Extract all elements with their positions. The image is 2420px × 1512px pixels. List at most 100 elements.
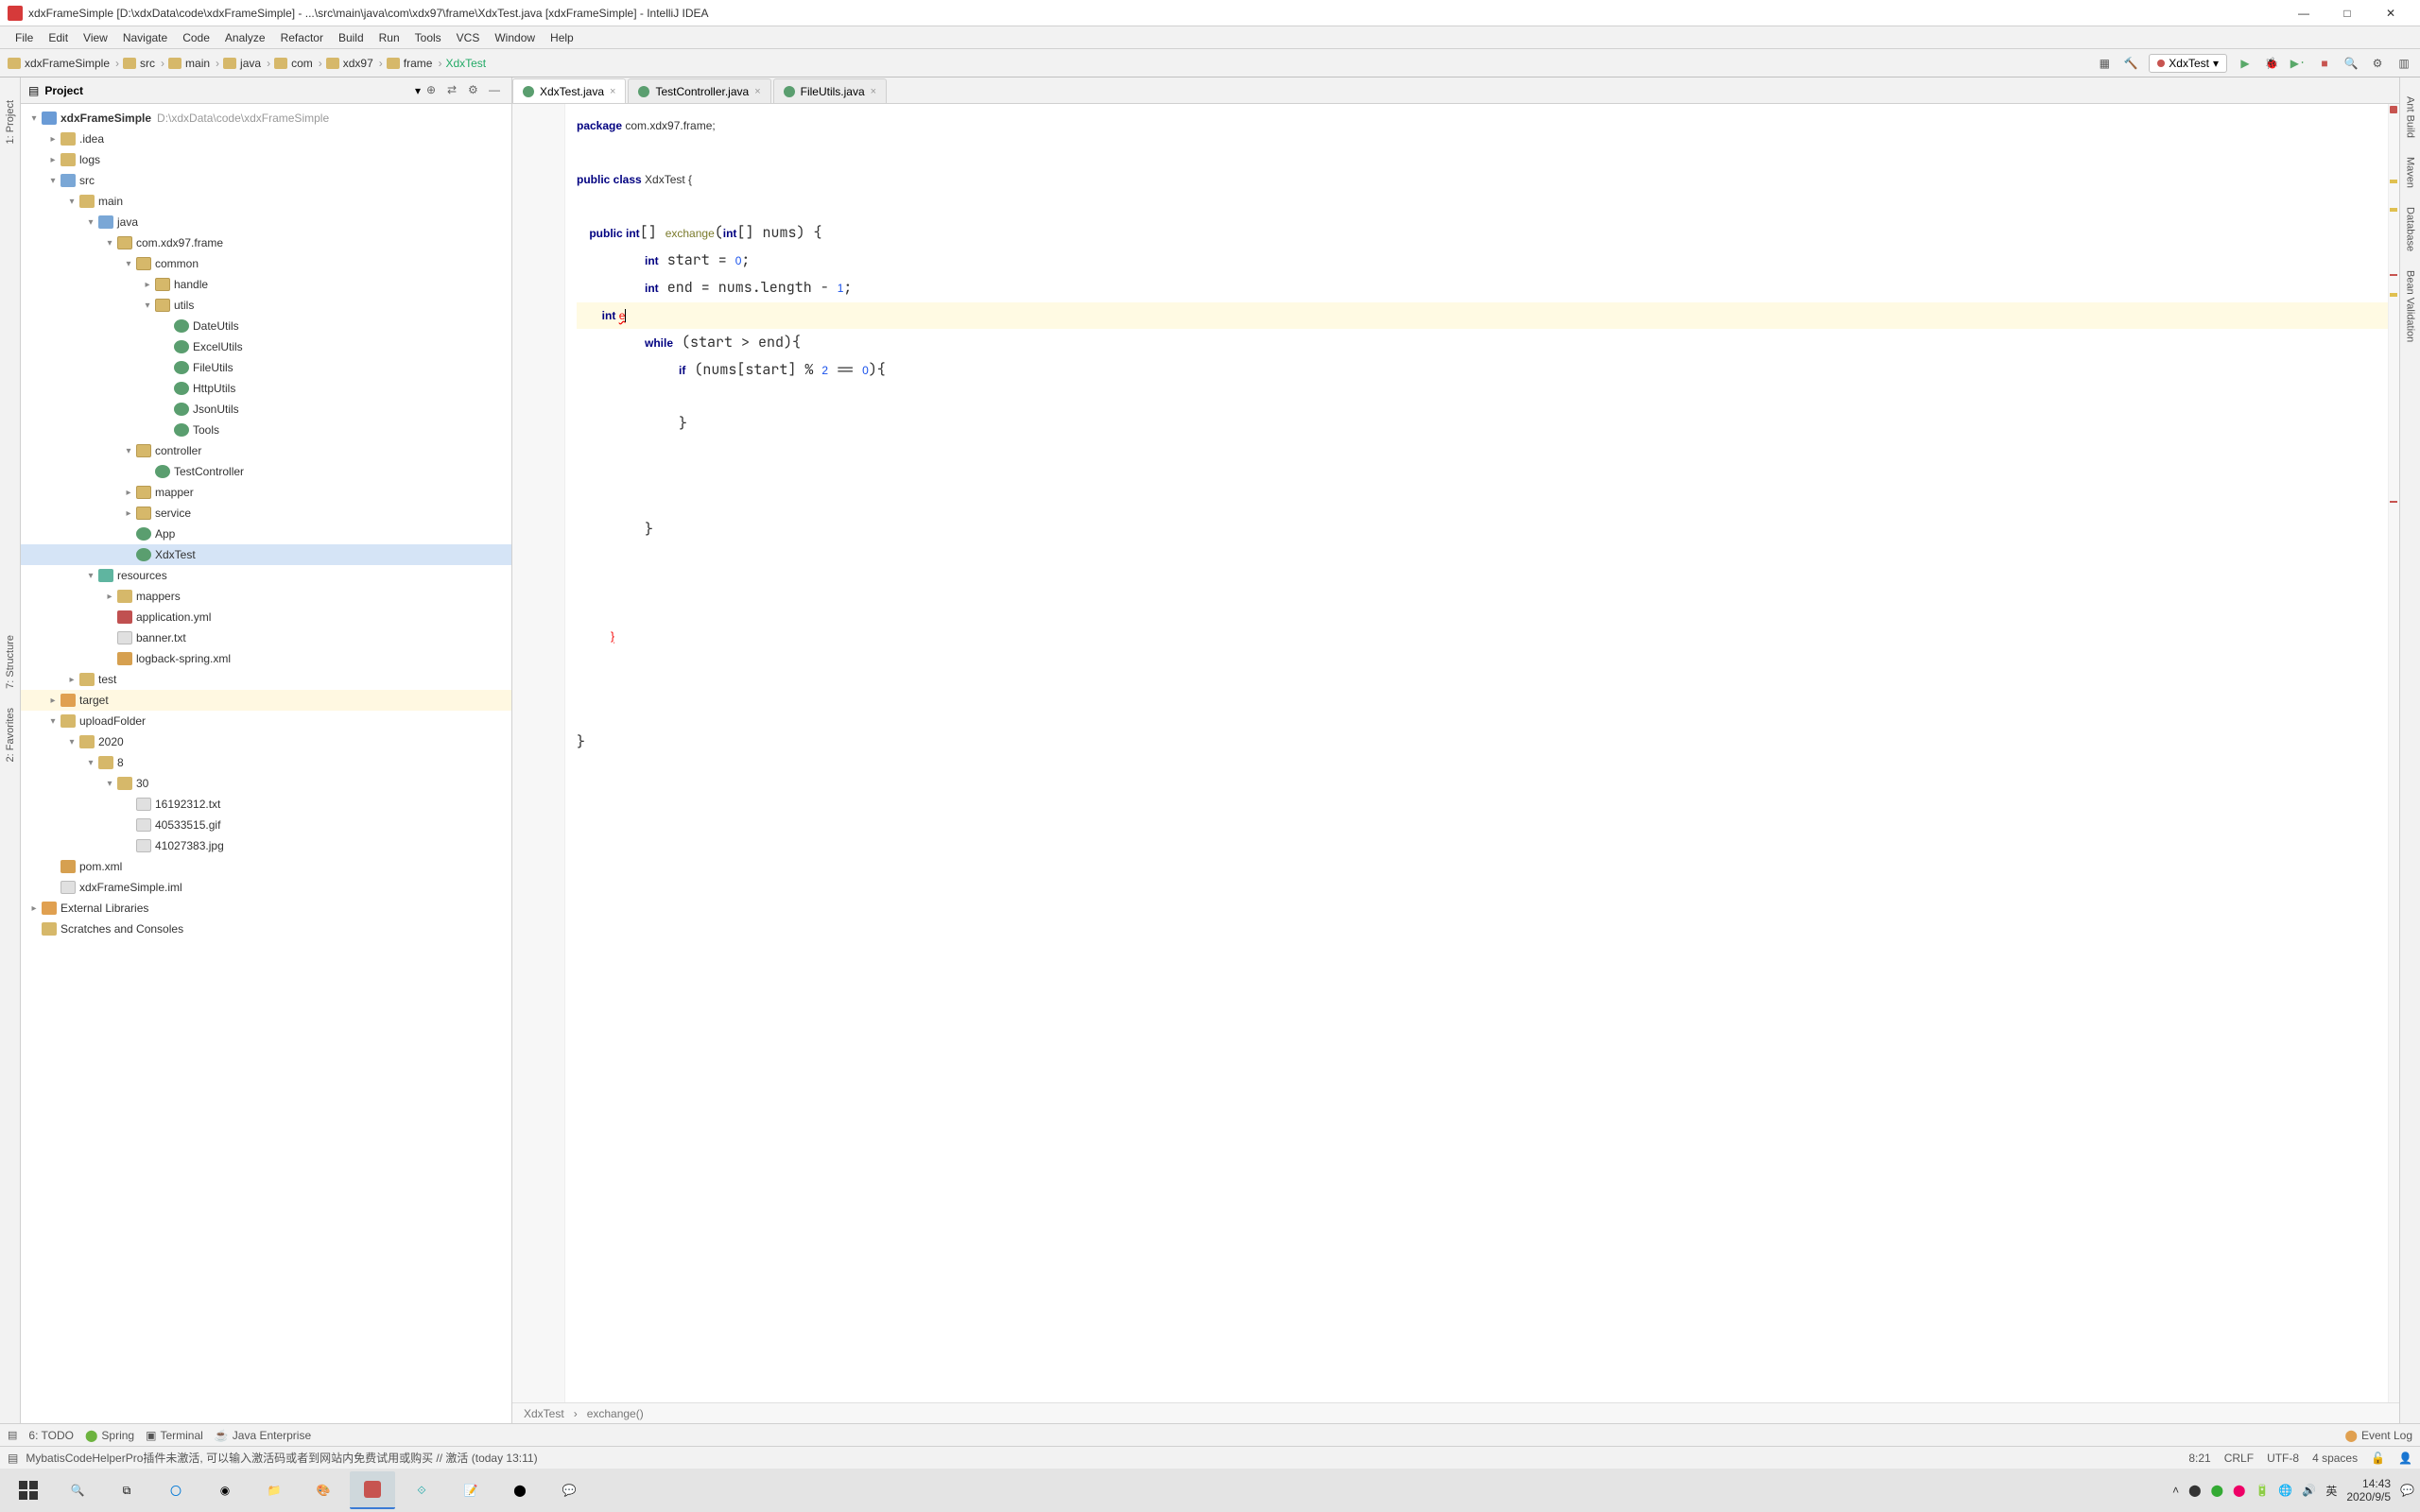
menu-file[interactable]: File	[8, 29, 41, 46]
tree-row[interactable]: ▾uploadFolder	[21, 711, 511, 731]
taskbar-app-chrome[interactable]: ◉	[202, 1471, 248, 1509]
tree-row[interactable]: application.yml	[21, 607, 511, 627]
error-indicator-icon[interactable]	[2390, 106, 2397, 113]
crumb-xdx97[interactable]: xdx97	[343, 57, 373, 70]
taskbar-app[interactable]: 📝	[448, 1471, 493, 1509]
tree-row[interactable]: DateUtils	[21, 316, 511, 336]
collapse-icon[interactable]: —	[489, 83, 504, 98]
tool-database[interactable]: Database	[2405, 207, 2416, 251]
taskbar-app-vscode[interactable]: ⟐	[399, 1471, 444, 1509]
project-tree[interactable]: ▾xdxFrameSimpleD:\xdxData\code\xdxFrameS…	[21, 104, 511, 1423]
tray-chevron-icon[interactable]: ˄	[2172, 1484, 2179, 1497]
tree-row[interactable]: ▾common	[21, 253, 511, 274]
taskbar-app-explorer[interactable]: 📁	[251, 1471, 297, 1509]
tree-row-root[interactable]: ▾xdxFrameSimpleD:\xdxData\code\xdxFrameS…	[21, 108, 511, 129]
tree-row[interactable]: ▸logs	[21, 149, 511, 170]
ime-indicator[interactable]: 英	[2325, 1483, 2337, 1499]
crumb-java[interactable]: java	[240, 57, 261, 70]
tool-maven[interactable]: Maven	[2405, 157, 2416, 188]
tree-row[interactable]: ▾2020	[21, 731, 511, 752]
status-inspection-icon[interactable]: 👤	[2398, 1452, 2412, 1465]
tab-fileutils[interactable]: FileUtils.java×	[773, 78, 887, 103]
tool-structure[interactable]: 7: Structure	[5, 635, 16, 689]
menu-code[interactable]: Code	[175, 29, 217, 46]
tray-icon[interactable]: ⬤	[2211, 1484, 2223, 1497]
tree-row[interactable]: pom.xml	[21, 856, 511, 877]
clock-date[interactable]: 2020/9/5	[2346, 1490, 2391, 1503]
warning-mark[interactable]	[2390, 293, 2397, 297]
warning-mark[interactable]	[2390, 208, 2397, 212]
tree-row[interactable]: ▸test	[21, 669, 511, 690]
taskbar-app-wechat[interactable]: 💬	[546, 1471, 592, 1509]
settings-icon[interactable]: ⚙	[468, 83, 483, 98]
tree-row[interactable]: xdxFrameSimple.iml	[21, 877, 511, 898]
tree-row[interactable]: App	[21, 524, 511, 544]
menu-window[interactable]: Window	[487, 29, 543, 46]
tree-row[interactable]: logback-spring.xml	[21, 648, 511, 669]
tree-row[interactable]: ▾8	[21, 752, 511, 773]
menu-tools[interactable]: Tools	[407, 29, 449, 46]
menu-edit[interactable]: Edit	[41, 29, 76, 46]
settings-icon[interactable]: ⚙	[2369, 55, 2386, 72]
error-mark[interactable]	[2390, 501, 2397, 503]
editor-crumb-method[interactable]: exchange()	[587, 1407, 644, 1420]
tree-row[interactable]: ▸target	[21, 690, 511, 711]
tree-row[interactable]: ▸handle	[21, 274, 511, 295]
tool-favorites[interactable]: 2: Favorites	[5, 708, 16, 762]
debug-button[interactable]: 🐞	[2263, 55, 2280, 72]
taskbar-app[interactable]: ⬤	[497, 1471, 543, 1509]
close-icon[interactable]: ×	[610, 86, 615, 97]
warning-mark[interactable]	[2390, 180, 2397, 183]
tree-row[interactable]: FileUtils	[21, 357, 511, 378]
tree-row[interactable]: ExcelUtils	[21, 336, 511, 357]
menu-view[interactable]: View	[76, 29, 115, 46]
notifications-button[interactable]: 💬	[2400, 1484, 2414, 1497]
status-encoding[interactable]: UTF-8	[2267, 1452, 2299, 1465]
tree-row[interactable]: ▸service	[21, 503, 511, 524]
tree-row[interactable]: ▸mappers	[21, 586, 511, 607]
menu-build[interactable]: Build	[331, 29, 372, 46]
status-indent[interactable]: 4 spaces	[2312, 1452, 2358, 1465]
tree-row[interactable]: JsonUtils	[21, 399, 511, 420]
tree-row[interactable]: TestController	[21, 461, 511, 482]
tool-bean-validation[interactable]: Bean Validation	[2405, 270, 2416, 342]
chevron-down-icon[interactable]: ▾	[415, 84, 421, 97]
search-button[interactable]: 🔍	[55, 1471, 100, 1509]
editor-crumb-class[interactable]: XdxTest	[524, 1407, 564, 1420]
menu-run[interactable]: Run	[372, 29, 407, 46]
taskbar-app-intellij[interactable]	[350, 1471, 395, 1509]
tree-row-external-libs[interactable]: ▸External Libraries	[21, 898, 511, 919]
tool-eventlog[interactable]: ⬤Event Log	[2345, 1429, 2412, 1442]
status-readonly-icon[interactable]: 🔓	[2371, 1452, 2385, 1465]
close-icon[interactable]: ×	[754, 86, 760, 97]
error-stripe[interactable]	[2388, 104, 2399, 1402]
status-tool-icon[interactable]: ▤	[8, 1452, 18, 1465]
tool-todo[interactable]: 6: TODO	[28, 1429, 74, 1442]
start-button[interactable]	[6, 1471, 51, 1509]
tool-terminal[interactable]: ▣Terminal	[146, 1429, 203, 1442]
tree-row[interactable]: ▾utils	[21, 295, 511, 316]
run-config-selector[interactable]: XdxTest ▾	[2149, 54, 2227, 73]
tool-javaee[interactable]: ☕Java Enterprise	[215, 1429, 311, 1442]
task-view-button[interactable]: ⧉	[104, 1471, 149, 1509]
autoscroll-icon[interactable]: ⇄	[447, 83, 462, 98]
menu-help[interactable]: Help	[543, 29, 581, 46]
tray-network-icon[interactable]: 🌐	[2278, 1484, 2292, 1497]
tree-row[interactable]: HttpUtils	[21, 378, 511, 399]
close-button[interactable]: ✕	[2369, 0, 2412, 26]
tree-row[interactable]: Tools	[21, 420, 511, 440]
tree-row[interactable]: 40533515.gif	[21, 815, 511, 835]
layout-icon[interactable]: ▦	[2096, 55, 2113, 72]
tray-volume-icon[interactable]: 🔊	[2302, 1484, 2316, 1497]
tree-row[interactable]: ▾src	[21, 170, 511, 191]
tree-row[interactable]: ▸mapper	[21, 482, 511, 503]
taskbar-app-edge[interactable]: 〇	[153, 1471, 199, 1509]
tree-row[interactable]: 41027383.jpg	[21, 835, 511, 856]
tool-ant[interactable]: Ant Build	[2405, 96, 2416, 138]
tree-row-scratches[interactable]: Scratches and Consoles	[21, 919, 511, 939]
crumb-main[interactable]: main	[185, 57, 210, 70]
crumb-project[interactable]: xdxFrameSimple	[25, 57, 110, 70]
run-button[interactable]: ▶	[2237, 55, 2254, 72]
tool-window-button[interactable]: ▤	[8, 1429, 17, 1441]
tree-row-xdxtest[interactable]: XdxTest	[21, 544, 511, 565]
